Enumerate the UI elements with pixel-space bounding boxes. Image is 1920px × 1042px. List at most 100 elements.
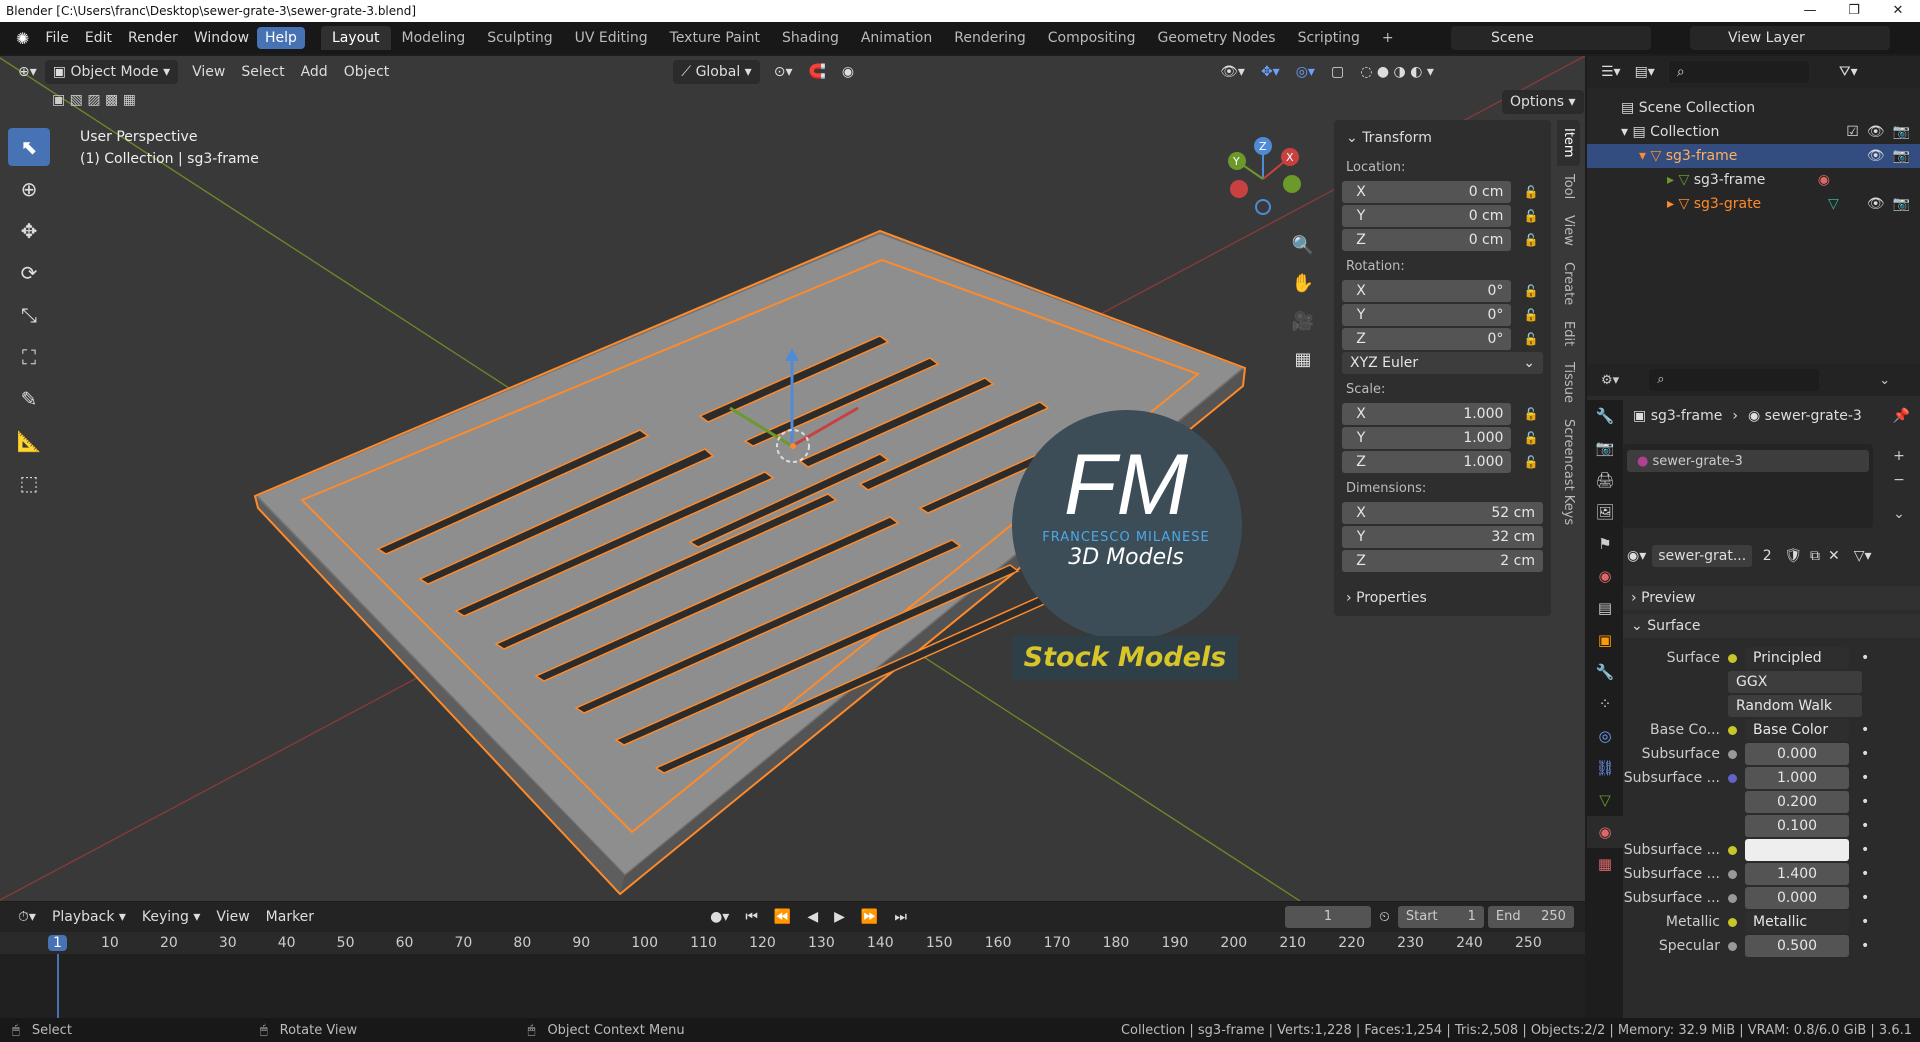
- outliner-item-sg3-frame-mesh[interactable]: ▸ ▽ sg3-frame ◉: [1587, 168, 1920, 192]
- camera-icon[interactable]: 📷: [1893, 148, 1920, 164]
- sidebar-tab-create[interactable]: Create: [1557, 254, 1580, 313]
- select-menu[interactable]: Select: [233, 60, 292, 84]
- lock-icon[interactable]: 🔓: [1519, 284, 1543, 298]
- navigation-gizmo[interactable]: Z X Y: [1220, 134, 1310, 224]
- remove-slot-button[interactable]: −: [1885, 468, 1913, 492]
- fake-user-icon[interactable]: 🛡: [1784, 548, 1802, 564]
- options-button[interactable]: Options ▾: [1502, 90, 1584, 114]
- duplicate-icon[interactable]: ⧉: [1810, 548, 1820, 564]
- outliner-scene-collection[interactable]: ▤ Scene Collection: [1587, 96, 1920, 120]
- gizmo-toggle-icon[interactable]: ✥▾: [1253, 60, 1288, 84]
- lock-icon[interactable]: 🔓: [1519, 308, 1543, 322]
- dimensions-z[interactable]: Z 2 cm: [1342, 550, 1543, 572]
- transform-panel-header[interactable]: ⌄ Transform: [1342, 126, 1543, 154]
- jump-start-icon[interactable]: ⏮: [737, 905, 766, 929]
- keyframe-dot-icon[interactable]: •: [1861, 650, 1869, 666]
- pan-hand-icon[interactable]: ✋: [1282, 266, 1324, 300]
- keyframe-dot-icon[interactable]: •: [1861, 770, 1869, 786]
- camera-icon[interactable]: 📷: [1893, 124, 1920, 140]
- editor-type-icon[interactable]: ☰▾: [1587, 64, 1621, 80]
- location-x[interactable]: X 0 cm 🔓: [1342, 181, 1543, 203]
- tab-scripting[interactable]: Scripting: [1287, 26, 1371, 50]
- view-menu[interactable]: View: [208, 905, 257, 929]
- view-layer-tab-icon[interactable]: 🖼: [1587, 496, 1623, 528]
- timeline-ruler[interactable]: 1 10 20 30 40 50 60 70 80 90 100 110 120 130 140 150 160…: [0, 932, 1585, 954]
- tool-tab-icon[interactable]: 🔧: [1587, 400, 1623, 432]
- measure-tool[interactable]: 📐: [8, 422, 50, 460]
- marker-menu[interactable]: Marker: [258, 905, 322, 929]
- maximize-button[interactable]: ❐: [1832, 0, 1876, 22]
- keyframe-dot-icon[interactable]: •: [1861, 818, 1869, 834]
- socket-dot-icon[interactable]: [1728, 941, 1737, 951]
- add-cube-tool[interactable]: ⬚: [8, 464, 50, 502]
- socket-dot-icon[interactable]: [1728, 653, 1737, 663]
- material-name-field[interactable]: sewer-grat...: [1652, 545, 1753, 567]
- zoom-icon[interactable]: 🔍: [1282, 228, 1324, 262]
- scale-x[interactable]: X 1.000 🔓: [1342, 403, 1543, 425]
- lock-icon[interactable]: 🔓: [1519, 332, 1543, 346]
- prev-keyframe-icon[interactable]: ⏪: [766, 905, 799, 929]
- socket-dot-icon[interactable]: [1728, 773, 1737, 783]
- tab-sculpting[interactable]: Sculpting: [476, 26, 563, 50]
- checkbox-icon[interactable]: ☑: [1846, 124, 1859, 140]
- mode-selector[interactable]: ▣ Object Mode ▾: [44, 60, 179, 84]
- property-link-field[interactable]: Base Color: [1745, 719, 1849, 741]
- world-tab-icon[interactable]: ◉: [1587, 560, 1623, 592]
- socket-dot-icon[interactable]: [1728, 845, 1737, 855]
- filter-icon[interactable]: ⛛▾: [1809, 64, 1858, 80]
- menu-file[interactable]: File: [37, 27, 76, 49]
- data-tab-icon[interactable]: ▽: [1587, 784, 1623, 816]
- material-slot-list[interactable]: ● sewer-grate-3: [1623, 444, 1873, 528]
- select-box-tool[interactable]: ⬉: [8, 128, 50, 166]
- visibility-icon[interactable]: 👁▾: [1212, 60, 1253, 84]
- shading-modes-icon[interactable]: ◌ ● ◑ ◐ ▾: [1352, 60, 1442, 84]
- lock-icon[interactable]: 🔓: [1519, 233, 1543, 247]
- move-tool[interactable]: ✥: [8, 212, 50, 250]
- dimensions-x[interactable]: X 52 cm: [1342, 502, 1543, 524]
- keyframe-dot-icon[interactable]: •: [1861, 938, 1869, 954]
- slot-menu-button[interactable]: ⌄: [1885, 502, 1913, 526]
- physics-tab-icon[interactable]: ◎: [1587, 720, 1623, 752]
- constraints-tab-icon[interactable]: ⛓: [1587, 752, 1623, 784]
- sidebar-tab-screencast-keys[interactable]: Screencast Keys: [1557, 411, 1580, 533]
- eye-icon[interactable]: 👁: [1859, 124, 1893, 140]
- keyframe-dot-icon[interactable]: •: [1861, 890, 1869, 906]
- menu-window[interactable]: Window: [186, 27, 257, 49]
- tab-texture-paint[interactable]: Texture Paint: [659, 26, 771, 50]
- scale-y[interactable]: Y 1.000 🔓: [1342, 427, 1543, 449]
- location-z[interactable]: Z 0 cm 🔓: [1342, 229, 1543, 251]
- add-slot-button[interactable]: +: [1885, 444, 1913, 468]
- end-frame-field[interactable]: End 250: [1487, 906, 1574, 928]
- select-mode-icons[interactable]: ▣ ▧ ▨ ▩ ▦: [52, 92, 136, 108]
- rotation-y[interactable]: Y 0° 🔓: [1342, 304, 1543, 326]
- particles-tab-icon[interactable]: ⁘: [1587, 688, 1623, 720]
- property-dropdown[interactable]: Random Walk: [1728, 695, 1862, 717]
- property-value-field[interactable]: 1.000: [1745, 767, 1849, 789]
- socket-dot-icon[interactable]: [1728, 749, 1737, 759]
- properties-panel-header[interactable]: › Properties: [1342, 574, 1543, 614]
- record-icon[interactable]: ●▾: [702, 905, 737, 929]
- socket-dot-icon[interactable]: [1728, 893, 1737, 903]
- collection-tab-icon[interactable]: ▤: [1587, 592, 1623, 624]
- object-menu[interactable]: Object: [336, 60, 398, 84]
- texture-tab-icon[interactable]: ▦: [1587, 848, 1623, 880]
- camera-icon[interactable]: 📷: [1893, 196, 1920, 212]
- close-button[interactable]: ✕: [1876, 0, 1920, 22]
- outliner-item-sg3-grate[interactable]: ▸ ▽ sg3-grate ▽ 👁 📷: [1587, 192, 1920, 216]
- next-keyframe-icon[interactable]: ⏩: [853, 905, 886, 929]
- view-layer-selector[interactable]: View Layer: [1690, 26, 1890, 50]
- eye-icon[interactable]: 👁: [1859, 196, 1893, 212]
- pin-icon[interactable]: 📌: [1893, 408, 1920, 424]
- scale-z[interactable]: Z 1.000 🔓: [1342, 451, 1543, 473]
- property-link-field[interactable]: Principled BSDF: [1745, 647, 1849, 688]
- outliner-collection[interactable]: ▾ ▤ Collection ☑ 👁 📷: [1587, 120, 1920, 144]
- property-value-field[interactable]: 1.400: [1745, 863, 1849, 885]
- keyframe-dot-icon[interactable]: •: [1861, 722, 1869, 738]
- link-type-icon[interactable]: ▽▾: [1854, 548, 1872, 564]
- outliner-search-field[interactable]: ⌕: [1668, 61, 1809, 83]
- tab-rendering[interactable]: Rendering: [943, 26, 1037, 50]
- socket-dot-icon[interactable]: [1728, 725, 1737, 735]
- clock-icon[interactable]: ⏲: [1371, 905, 1398, 929]
- orientation-selector[interactable]: ⟋ Global ▾: [673, 60, 760, 84]
- annotate-tool[interactable]: ✎: [8, 380, 50, 418]
